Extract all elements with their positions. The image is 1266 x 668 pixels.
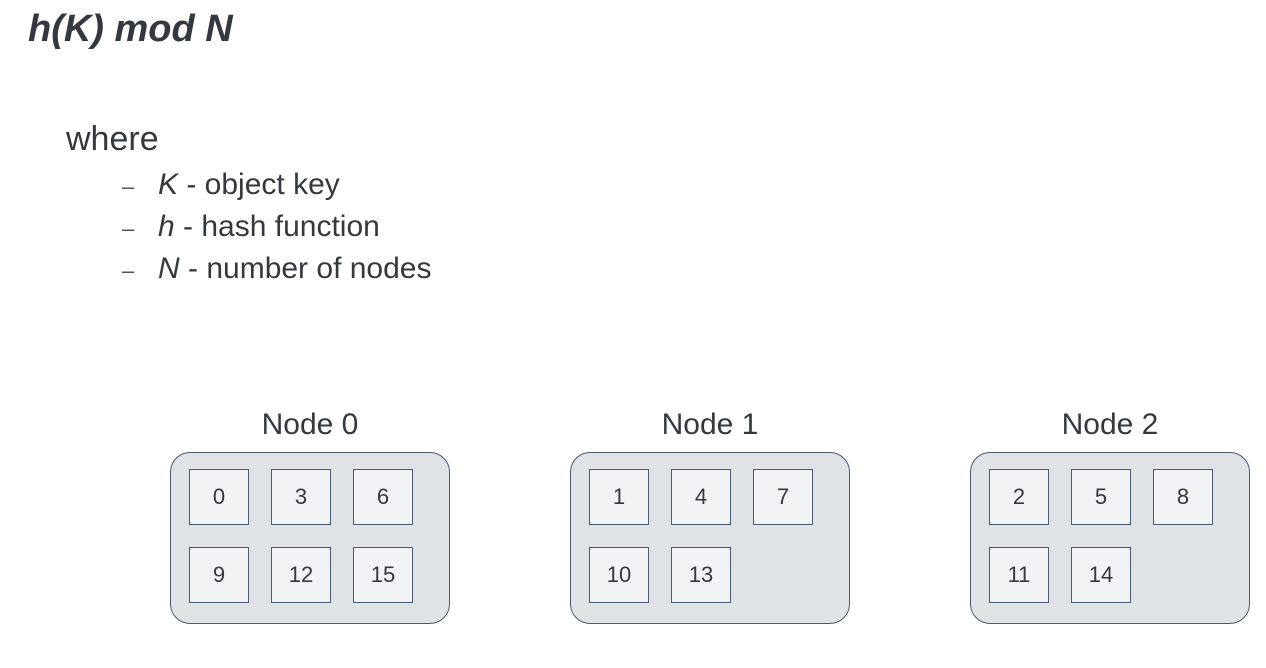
cell: 13 — [671, 547, 731, 603]
definition-row: – h - hash function — [122, 210, 431, 244]
formula-title: h(K) mod N — [28, 8, 233, 51]
cell: 7 — [753, 469, 813, 525]
bullet-dash: – — [122, 174, 158, 200]
bullet-dash: – — [122, 258, 158, 284]
cell: 6 — [353, 469, 413, 525]
node-0: Node 0 0 3 6 9 12 15 — [170, 408, 450, 624]
definition-symbol: K — [158, 168, 178, 201]
definition-symbol: h — [158, 210, 175, 243]
cell: 8 — [1153, 469, 1213, 525]
where-label: where — [66, 120, 159, 159]
cell: 3 — [271, 469, 331, 525]
definition-row: – K - object key — [122, 168, 431, 202]
cell: 12 — [271, 547, 331, 603]
cell: 14 — [1071, 547, 1131, 603]
bullet-dash: – — [122, 216, 158, 242]
node-label: Node 2 — [1062, 408, 1159, 442]
cell: 1 — [589, 469, 649, 525]
cell: 5 — [1071, 469, 1131, 525]
cell: 9 — [189, 547, 249, 603]
node-2: Node 2 2 5 8 11 14 — [970, 408, 1250, 624]
node-label: Node 1 — [662, 408, 759, 442]
cell: 11 — [989, 547, 1049, 603]
cell: 15 — [353, 547, 413, 603]
definition-desc: - number of nodes — [180, 252, 432, 285]
cell: 4 — [671, 469, 731, 525]
node-box: 0 3 6 9 12 15 — [170, 452, 450, 624]
node-box: 2 5 8 11 14 — [970, 452, 1250, 624]
cell: 0 — [189, 469, 249, 525]
definition-row: – N - number of nodes — [122, 252, 431, 286]
cell: 10 — [589, 547, 649, 603]
node-1: Node 1 1 4 7 10 13 — [570, 408, 850, 624]
definition-symbol: N — [158, 252, 180, 285]
node-box: 1 4 7 10 13 — [570, 452, 850, 624]
definition-desc: - object key — [178, 168, 340, 201]
node-label: Node 0 — [262, 408, 359, 442]
nodes-container: Node 0 0 3 6 9 12 15 Node 1 1 4 7 10 13 … — [170, 408, 1250, 624]
definition-desc: - hash function — [175, 210, 380, 243]
cell: 2 — [989, 469, 1049, 525]
definitions-list: – K - object key – h - hash function – N… — [122, 168, 431, 294]
